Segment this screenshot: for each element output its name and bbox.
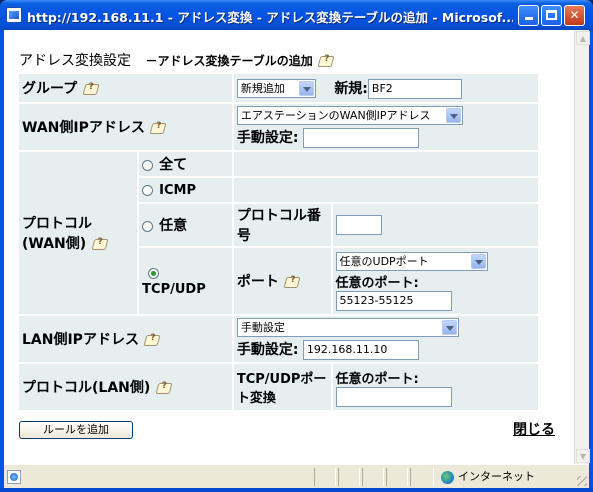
lan-any-port-label: 任意のポート: <box>335 371 419 387</box>
wan-ip-value-cell: エアステーションのWAN側IPアドレス 手動設定: <box>233 104 538 150</box>
port-label-cell: ポート <box>233 248 331 314</box>
lan-port-cell: 任意のポート: <box>332 364 538 410</box>
scroll-down-icon[interactable]: ▼ <box>576 449 590 463</box>
any-port-label: 任意のポート: <box>335 275 419 291</box>
lan-protocol-label-cell: プロトコル(LAN側) <box>19 364 232 410</box>
minimize-icon <box>524 17 533 20</box>
chevron-down-icon <box>445 108 461 123</box>
lan-ip-label: LAN側IPアドレス <box>22 332 139 348</box>
help-icon[interactable] <box>283 275 301 289</box>
new-group-input[interactable]: BF2 <box>367 78 462 99</box>
radio-any-label: 任意 <box>159 218 188 234</box>
add-rule-button[interactable]: ルールを追加 <box>19 421 133 439</box>
lan-ip-select-value: 手動設定 <box>240 321 285 334</box>
protocol-number-input[interactable] <box>335 215 382 235</box>
lan-manual-input[interactable]: 192.168.11.10 <box>302 340 419 360</box>
radio-tcpudp-label: TCP/UDP <box>142 282 206 297</box>
radio-icmp-cell: ICMP <box>139 178 232 202</box>
window-title: http://192.168.11.1 - アドレス変換 - アドレス変換テーブ… <box>27 10 513 25</box>
help-icon[interactable] <box>82 82 100 96</box>
tcpudp-conv-label: TCP/UDPポート変換 <box>236 372 327 406</box>
chevron-down-icon <box>298 81 314 96</box>
help-icon[interactable] <box>91 237 109 251</box>
radio-icmp-label: ICMP <box>159 183 196 198</box>
resize-grip-icon[interactable] <box>577 476 587 486</box>
lan-manual-label: 手動設定: <box>236 342 299 358</box>
wan-protocol-label-cell: プロトコル(WAN側) <box>19 152 138 314</box>
security-zone: インターネット <box>441 469 571 485</box>
address-conversion-form: グループ 新規追加 新規:BF2 WAN側IPアドレス エアステーションのWAN… <box>17 72 540 412</box>
port-label: ポート <box>236 274 279 290</box>
port-type-select-value: 任意のUDPポート <box>339 254 429 268</box>
wan-ip-label: WAN側IPアドレス <box>22 120 145 136</box>
radio-tcpudp[interactable] <box>148 267 160 279</box>
wan-manual-input[interactable] <box>302 128 419 148</box>
radio-all-label: 全て <box>159 157 188 173</box>
group-label-cell: グループ <box>19 74 232 102</box>
page-heading: アドレス変換設定 <box>19 53 131 69</box>
browser-window: http://192.168.11.1 - アドレス変換 - アドレス変換テーブ… <box>0 0 593 492</box>
page-title: アドレス変換設定 －アドレス変換テーブルの追加 <box>19 50 335 70</box>
close-link[interactable]: 閉じる <box>513 419 555 439</box>
any-port-input[interactable]: 55123-55125 <box>335 290 452 311</box>
tcpudp-conv-label-cell: TCP/UDPポート変換 <box>233 364 331 410</box>
chevron-down-icon <box>441 320 457 335</box>
wan-protocol-label: プロトコル(WAN側) <box>22 216 92 252</box>
new-group-label: 新規: <box>334 80 368 97</box>
scroll-up-icon[interactable]: ▲ <box>576 31 590 45</box>
radio-all-cell: 全て <box>139 152 232 176</box>
radio-any[interactable] <box>142 220 154 232</box>
radio-icmp[interactable] <box>142 184 154 196</box>
radio-any-cell: 任意 <box>139 204 232 246</box>
lan-ip-value-cell: 手動設定 手動設定: 192.168.11.10 <box>233 316 538 362</box>
radio-all[interactable] <box>142 159 154 171</box>
minimize-button[interactable] <box>518 5 539 26</box>
wan-ip-select[interactable]: エアステーションのWAN側IPアドレス <box>236 106 463 125</box>
help-icon[interactable] <box>155 381 173 395</box>
close-icon: ✕ <box>569 8 580 22</box>
wan-manual-label: 手動設定: <box>236 130 299 146</box>
lan-any-port-input[interactable] <box>335 386 452 407</box>
help-icon[interactable] <box>143 333 161 347</box>
port-type-select[interactable]: 任意のUDPポート <box>335 251 488 271</box>
radio-tcpudp-cell: TCP/UDP <box>139 248 232 314</box>
group-label: グループ <box>22 81 78 97</box>
port-value-cell: 任意のUDPポート 任意のポート: 55123-55125 <box>332 248 538 314</box>
globe-icon <box>441 470 454 484</box>
group-select-value: 新規追加 <box>240 82 285 95</box>
page-content: アドレス変換設定 －アドレス変換テーブルの追加 グループ 新規追加 新規:BF2 <box>4 30 590 464</box>
status-bar: インターネット <box>4 464 589 488</box>
page-subheading: －アドレス変換テーブルの追加 <box>145 54 313 68</box>
zone-label: インターネット <box>458 470 535 483</box>
maximize-button[interactable] <box>541 5 562 26</box>
protocol-number-cell <box>332 204 538 246</box>
protocol-number-label-cell: プロトコル番号 <box>233 204 331 246</box>
lan-ip-select[interactable]: 手動設定 <box>236 318 459 337</box>
wan-ip-select-value: エアステーションのWAN側IPアドレス <box>240 109 431 122</box>
maximize-icon <box>546 10 557 20</box>
chevron-down-icon <box>470 253 486 269</box>
lan-protocol-label: プロトコル(LAN側) <box>22 380 151 396</box>
group-select[interactable]: 新規追加 <box>236 79 316 98</box>
help-icon[interactable] <box>317 54 335 68</box>
close-window-button[interactable]: ✕ <box>564 5 585 26</box>
protocol-number-label: プロトコル番号 <box>236 208 321 244</box>
help-icon[interactable] <box>149 121 167 135</box>
vertical-scrollbar[interactable]: ▲ ▼ <box>574 30 590 464</box>
page-status-icon <box>7 470 21 484</box>
title-bar[interactable]: http://192.168.11.1 - アドレス変換 - アドレス変換テーブ… <box>0 0 593 30</box>
lan-ip-label-cell: LAN側IPアドレス <box>19 316 232 362</box>
ie-page-icon <box>6 7 22 23</box>
wan-ip-label-cell: WAN側IPアドレス <box>19 104 232 150</box>
group-value-cell: 新規追加 新規: BF2 <box>233 74 538 102</box>
